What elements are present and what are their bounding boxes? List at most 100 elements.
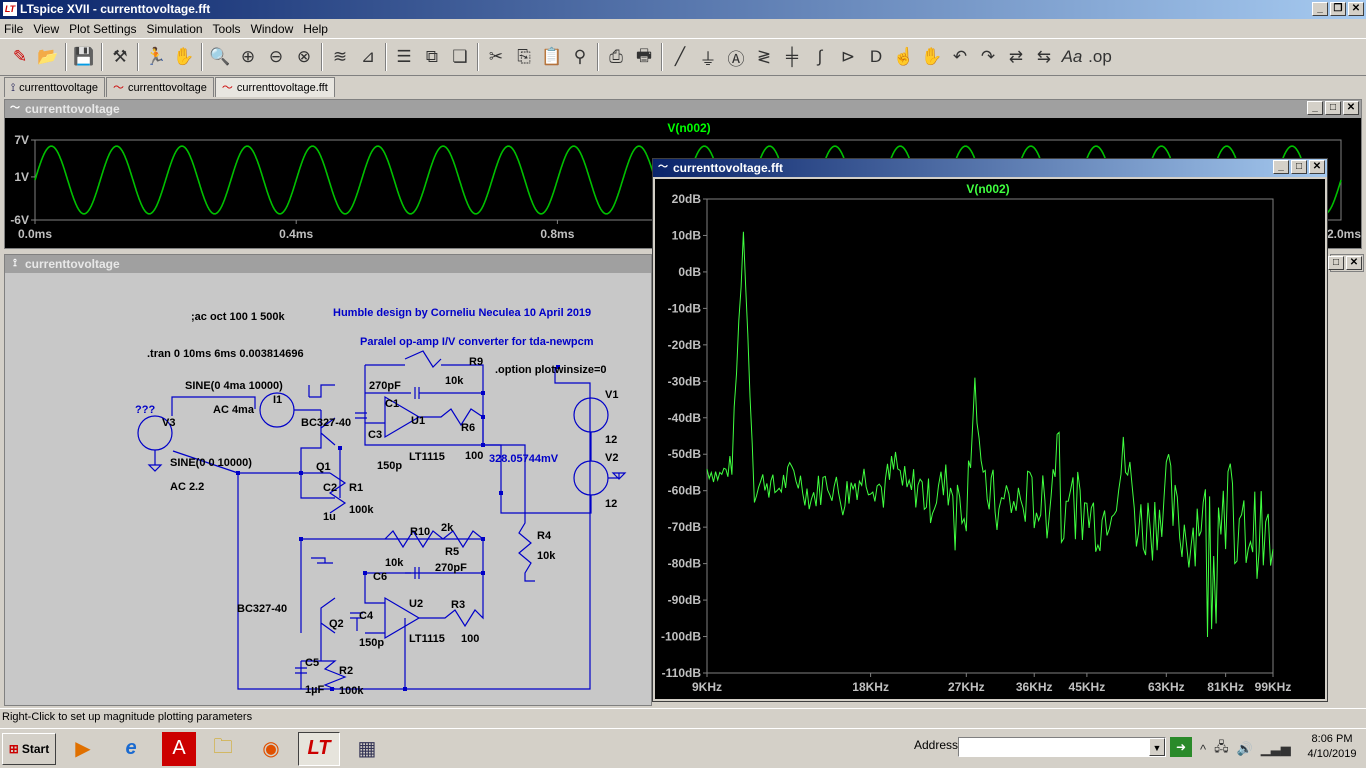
start-button[interactable]: ⊞ Start [2, 732, 56, 765]
tab-waveform[interactable]: 〜 currenttovoltage [105, 77, 214, 97]
paste-icon[interactable]: 📋 [538, 43, 566, 71]
rotate-icon[interactable]: ⇄ [1002, 43, 1030, 71]
ac-directive[interactable]: ;ac oct 100 1 500k [191, 311, 285, 323]
ie-icon[interactable]: e [110, 732, 152, 766]
menu-view[interactable]: View [33, 22, 59, 36]
acrobat-icon[interactable]: A [162, 731, 196, 766]
firefox-icon[interactable]: ◉ [250, 732, 292, 766]
schematic-drawing[interactable]: ;ac oct 100 1 500k Humble design by Corn… [5, 273, 651, 705]
svg-text:150p: 150p [377, 460, 402, 472]
diode-icon[interactable]: ⊳ [834, 43, 862, 71]
find-icon[interactable]: ⚲ [566, 43, 594, 71]
tran-directive[interactable]: .tran 0 10ms 6ms 0.003814696 [147, 348, 304, 360]
fft-trace-label[interactable]: V(n002) [966, 182, 1009, 196]
minimize-button[interactable]: _ [1312, 2, 1328, 16]
fft-window[interactable]: 〜 currenttovoltage.fft _ □ ✕ V(n002) 20d… [652, 158, 1328, 702]
maximize-button[interactable]: □ [1291, 160, 1307, 174]
label-icon[interactable]: Ⓐ [722, 43, 750, 71]
drag-icon[interactable]: ✋ [918, 43, 946, 71]
network-icon[interactable]: 🖧 [1214, 738, 1229, 760]
close-button[interactable]: ✕ [1343, 101, 1359, 115]
fft-plot[interactable]: V(n002) 20dB 10dB 0dB -10dB -20dB -30dB -40dB -… [655, 179, 1325, 699]
tab-schematic[interactable]: ⟟ currenttovoltage [4, 77, 105, 97]
chevron-down-icon[interactable]: ▼ [1149, 738, 1165, 756]
speaker-icon[interactable]: 🔊 [1237, 741, 1253, 757]
maximize-button[interactable]: □ [1328, 256, 1344, 270]
cut-icon[interactable]: ✂ [482, 43, 510, 71]
minimize-button[interactable]: _ [1307, 101, 1323, 115]
tile-vertical-icon[interactable]: ⧉ [418, 43, 446, 71]
schematic-window-titlebar[interactable]: ⟟ currenttovoltage [5, 255, 651, 273]
menu-bar: File View Plot Settings Simulation Tools… [0, 19, 1366, 38]
inductor-icon[interactable]: ∫ [806, 43, 834, 71]
menu-simulation[interactable]: Simulation [147, 22, 203, 36]
menu-tools[interactable]: Tools [213, 22, 241, 36]
go-button[interactable]: ➜ [1170, 737, 1192, 757]
option-directive[interactable]: .option plotwinsize=0 [495, 364, 607, 376]
menu-help[interactable]: Help [303, 22, 328, 36]
ground-icon[interactable]: ⏚ [694, 43, 722, 71]
print-setup-icon[interactable]: 🖶 [630, 43, 658, 71]
undo-icon[interactable]: ↶ [946, 43, 974, 71]
transient-window-titlebar[interactable]: 〜 currenttovoltage _ □ ✕ [5, 100, 1361, 118]
save-icon[interactable]: 💾 [70, 43, 98, 71]
print-icon[interactable]: ⎙ [602, 43, 630, 71]
schematic-window[interactable]: ⟟ currenttovoltage ;ac oct 100 1 500k Hu… [4, 254, 652, 706]
fft-y-tick: 20dB [672, 192, 702, 206]
copy-icon[interactable]: ⎘ [510, 43, 538, 71]
menu-window[interactable]: Window [251, 22, 294, 36]
hidden-window-stub[interactable]: □ ✕ [1328, 254, 1364, 272]
minimize-button[interactable]: _ [1273, 160, 1289, 174]
tab-fft[interactable]: 〜 currenttovoltage.fft [214, 77, 335, 97]
calculator-icon[interactable]: ▦ [346, 732, 388, 766]
autorange-icon[interactable]: ≋ [326, 43, 354, 71]
ltspice-icon[interactable]: LT [298, 731, 340, 766]
control-panel-icon[interactable]: ⚒ [106, 43, 134, 71]
close-button[interactable]: ✕ [1309, 160, 1325, 174]
component-icon[interactable]: D [862, 43, 890, 71]
mirror-icon[interactable]: ⇆ [1030, 43, 1058, 71]
close-button[interactable]: ✕ [1346, 256, 1362, 270]
tile-horizontal-icon[interactable]: ☰ [390, 43, 418, 71]
halt-icon[interactable]: ✋ [170, 43, 198, 71]
folder-icon[interactable]: 🗀 [202, 732, 244, 766]
cascade-icon[interactable]: ❏ [446, 43, 474, 71]
svg-text:U1: U1 [411, 415, 425, 427]
run-icon[interactable]: 🏃 [142, 43, 170, 71]
zoom-fit-icon[interactable]: ⊗ [290, 43, 318, 71]
menu-plot-settings[interactable]: Plot Settings [69, 22, 136, 36]
maximize-button[interactable]: □ [1325, 101, 1341, 115]
close-button[interactable]: ✕ [1348, 2, 1364, 16]
new-schematic-icon[interactable]: ✎ [6, 43, 34, 71]
media-player-icon[interactable]: ▶ [62, 732, 104, 766]
spice-directive-icon[interactable]: .op [1086, 43, 1114, 71]
voltage-probe-readout[interactable]: 328.05744mV [489, 453, 559, 465]
text-icon[interactable]: Aa [1058, 43, 1086, 71]
fft-chart[interactable]: V(n002) 20dB 10dB 0dB -10dB -20dB -30dB -40dB -… [655, 179, 1325, 699]
subtitle-comment[interactable]: Paralel op-amp I/V converter for tda-new… [360, 336, 594, 348]
move-icon[interactable]: ☝ [890, 43, 918, 71]
pan-icon[interactable]: ⊕ [234, 43, 262, 71]
address-input[interactable]: ▼ [958, 737, 1166, 757]
redo-icon[interactable]: ↷ [974, 43, 1002, 71]
fft-window-titlebar[interactable]: 〜 currenttovoltage.fft _ □ ✕ [653, 159, 1327, 177]
credit-comment[interactable]: Humble design by Corneliu Neculea 10 Apr… [333, 307, 591, 319]
app-titlebar: LT LTspice XVII - currenttovoltage.fft _… [0, 0, 1366, 19]
open-icon[interactable]: 📂 [34, 43, 62, 71]
menu-file[interactable]: File [4, 22, 23, 36]
zoom-in-icon[interactable]: 🔍 [206, 43, 234, 71]
plot-settings-icon[interactable]: ⊿ [354, 43, 382, 71]
capacitor-icon[interactable]: ╪ [778, 43, 806, 71]
zoom-out-icon[interactable]: ⊖ [262, 43, 290, 71]
wire-icon[interactable]: ╱ [666, 43, 694, 71]
resistor-icon[interactable]: ≷ [750, 43, 778, 71]
fft-y-tick: 0dB [678, 265, 701, 279]
fft-y-tick: -70dB [668, 520, 702, 534]
transient-trace-label[interactable]: V(n002) [667, 121, 710, 135]
restore-button[interactable]: ❐ [1330, 2, 1346, 16]
chevron-up-icon[interactable]: ^ [1200, 742, 1206, 757]
svg-text:12: 12 [605, 434, 617, 446]
signal-icon[interactable]: ▁▃▅ [1261, 741, 1291, 757]
clock[interactable]: 8:06 PM 4/10/2019 [1300, 732, 1364, 762]
schematic-canvas[interactable]: ;ac oct 100 1 500k Humble design by Corn… [5, 273, 651, 705]
